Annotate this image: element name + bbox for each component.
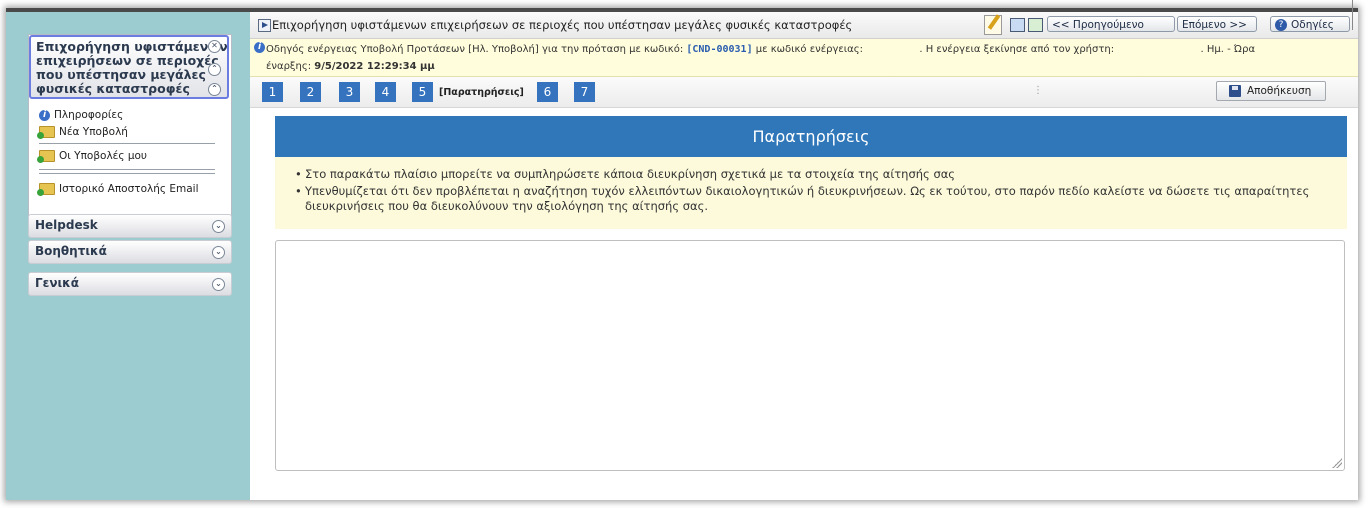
info-time-label: . Ημ. - Ώρα bbox=[1200, 44, 1256, 55]
steps-bar: 1 2 3 4 5 [Παρατηρήσεις] 6 7 ⋮ Αποθήκευσ… bbox=[250, 77, 1358, 108]
sidebar-main-title-line-1: Επιχορήγηση υφιστάμενων bbox=[36, 39, 228, 54]
folder-add-icon bbox=[37, 183, 55, 196]
edit-icon[interactable] bbox=[984, 15, 1002, 35]
step-4-button[interactable]: 4 bbox=[375, 82, 396, 102]
close-icon[interactable]: ✕ bbox=[208, 40, 221, 53]
remarks-instructions: Στο παρακάτω πλαίσιο μπορείτε να συμπληρ… bbox=[275, 157, 1347, 229]
toolbar-separator: ⋮ bbox=[1033, 85, 1043, 96]
window-right-edge bbox=[1352, 0, 1353, 30]
calendar-icon[interactable] bbox=[1010, 18, 1025, 32]
picture-icon[interactable] bbox=[1028, 18, 1043, 32]
sidebar-main-title-line-2: επιχειρήσεων σε περιοχές bbox=[36, 53, 219, 68]
instruction-bullet-2: Υπενθυμίζεται ότι δεν προβλέπεται η αναζ… bbox=[295, 184, 1309, 198]
info-icon: i bbox=[39, 109, 50, 121]
info-prefix: Οδηγός ενέργειας Υποβολή Προτάσεων [Ηλ. … bbox=[266, 44, 684, 55]
sidebar-main-section: Επιχορήγηση υφιστάμενων επιχειρήσεων σε … bbox=[28, 34, 232, 216]
chevron-up-icon[interactable]: ⌃ bbox=[208, 63, 221, 76]
sidebar-item-email-history[interactable]: Ιστορικό Αποστολής Email bbox=[37, 183, 199, 196]
sidebar-item-info[interactable]: i Πληροφορίες bbox=[39, 109, 123, 121]
proposal-code: [CND-00031] bbox=[686, 44, 753, 55]
chevron-down-icon[interactable]: ⌄ bbox=[212, 246, 225, 259]
step-6-button[interactable]: 6 bbox=[537, 82, 558, 102]
remarks-textarea[interactable] bbox=[275, 240, 1345, 471]
sidebar: Επιχορήγηση υφιστάμενων επιχειρήσεων σε … bbox=[6, 12, 250, 500]
sidebar-main-title-line-4: φυσικές καταστροφές bbox=[36, 81, 190, 96]
sidebar-main-title-line-3: που υπέστησαν μεγάλες bbox=[36, 67, 206, 82]
sidebar-section-tools[interactable]: Βοηθητικά ⌄ bbox=[28, 240, 232, 264]
divider bbox=[39, 173, 215, 174]
sidebar-section-label: Γενικά bbox=[35, 276, 79, 290]
sidebar-main-section-header[interactable]: Επιχορήγηση υφιστάμενων επιχειρήσεων σε … bbox=[29, 35, 229, 99]
step-5-button[interactable]: 5 bbox=[412, 82, 433, 102]
save-button[interactable]: Αποθήκευση bbox=[1216, 81, 1326, 101]
sidebar-item-label: Οι Υποβολές μου bbox=[59, 150, 148, 162]
sidebar-item-label: Νέα Υποβολή bbox=[59, 126, 128, 138]
help-icon: ? bbox=[1275, 19, 1287, 31]
step-7-button[interactable]: 7 bbox=[574, 82, 595, 102]
save-icon bbox=[1229, 85, 1241, 97]
app-window: Επιχορήγηση υφιστάμενων επιχειρήσεων σε … bbox=[6, 8, 1358, 500]
resize-grip-icon[interactable] bbox=[1332, 458, 1342, 468]
sidebar-item-label: Ιστορικό Αποστολής Email bbox=[59, 183, 199, 195]
folder-add-icon bbox=[37, 126, 55, 139]
divider bbox=[39, 169, 215, 170]
title-bar: Επιχορήγηση υφιστάμενων επιχειρήσεων σε … bbox=[250, 12, 1358, 39]
start-value: 9/5/2022 12:29:34 μμ bbox=[314, 61, 435, 72]
step-3-button[interactable]: 3 bbox=[339, 82, 360, 102]
sidebar-item-my-submissions[interactable]: Οι Υποβολές μου bbox=[37, 150, 148, 163]
sidebar-section-label: Βοηθητικά bbox=[35, 244, 107, 258]
chevron-up-icon[interactable]: ⌃ bbox=[208, 83, 221, 96]
info-icon: i bbox=[254, 42, 265, 53]
instruction-bullet-1: Στο παρακάτω πλαίσιο μπορείτε να συμπληρ… bbox=[295, 167, 955, 181]
chevron-down-icon[interactable]: ⌄ bbox=[212, 278, 225, 291]
main-content: Επιχορήγηση υφιστάμενων επιχειρήσεων σε … bbox=[250, 12, 1358, 500]
active-step-label: [Παρατηρήσεις] bbox=[439, 87, 524, 98]
save-button-label: Αποθήκευση bbox=[1247, 85, 1312, 97]
step-1-button[interactable]: 1 bbox=[262, 82, 283, 102]
next-button[interactable]: Επόμενο >> bbox=[1177, 16, 1257, 32]
info-bar: i Οδηγός ενέργειας Υποβολή Προτάσεων [Ηλ… bbox=[250, 39, 1358, 77]
info-mid: με κωδικό ενέργειας: bbox=[755, 44, 863, 55]
sidebar-section-helpdesk[interactable]: Helpdesk ⌄ bbox=[28, 214, 232, 238]
page-title: Επιχορήγηση υφιστάμενων επιχειρήσεων σε … bbox=[272, 18, 853, 32]
instruction-bullet-2-continued: διευκρινήσεις που θα διευκολύνουν την αξ… bbox=[305, 199, 709, 213]
help-button[interactable]: ? Οδηγίες bbox=[1270, 16, 1350, 32]
step-2-button[interactable]: 2 bbox=[300, 82, 321, 102]
info-user-text: . Η ενέργεια ξεκίνησε από τον χρήστη: bbox=[919, 44, 1115, 55]
remarks-panel-title: Παρατηρήσεις bbox=[275, 116, 1347, 157]
help-button-label: Οδηγίες bbox=[1291, 19, 1334, 31]
chevron-down-icon[interactable]: ⌄ bbox=[212, 220, 225, 233]
info-line-2: έναρξης: 9/5/2022 12:29:34 μμ bbox=[266, 61, 435, 72]
sidebar-item-label: Πληροφορίες bbox=[54, 109, 124, 121]
folder-add-icon bbox=[37, 150, 55, 163]
previous-button[interactable]: << Προηγούμενο bbox=[1047, 16, 1175, 32]
form-icon bbox=[258, 19, 271, 32]
sidebar-section-label: Helpdesk bbox=[35, 218, 98, 232]
info-line-1: Οδηγός ενέργειας Υποβολή Προτάσεων [Ηλ. … bbox=[266, 44, 1255, 55]
start-label: έναρξης: bbox=[266, 61, 312, 72]
divider bbox=[39, 143, 215, 144]
sidebar-item-new-submission[interactable]: Νέα Υποβολή bbox=[37, 126, 128, 139]
sidebar-section-general[interactable]: Γενικά ⌄ bbox=[28, 272, 232, 296]
